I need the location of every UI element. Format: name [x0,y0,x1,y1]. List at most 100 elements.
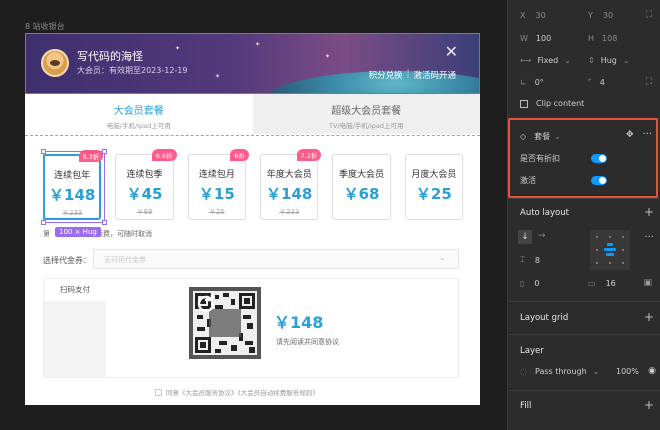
opacity-value[interactable]: 100% [616,367,639,376]
plan-name: 年度大会员 [266,170,312,180]
plan-name: 连续包年 [54,171,91,181]
auto-layout-guide [25,135,480,136]
clip-content-label: Clip content [536,99,585,108]
more-icon[interactable]: ··· [642,129,652,140]
discount-badge: 6.6折 [151,149,177,161]
align-bar [604,248,616,251]
height-mode-select[interactable]: ⇕ Hug ⌄ [588,56,630,65]
more-icon[interactable]: ··· [644,232,654,243]
plan-tabs: 大会员套餐 电脑/手机/ipad上可用 超级大会员套餐 TV/电脑/手机/ipa… [25,94,480,134]
resize-handle[interactable] [102,220,107,225]
horizontal-padding-field[interactable]: ▯ 0 [520,279,540,288]
height-mode-value: Hug [600,56,617,65]
add-auto-layout-icon[interactable]: + [644,206,654,218]
h-field[interactable]: H 108 [588,34,617,43]
active-toggle[interactable] [591,176,607,185]
move-icon[interactable]: ✥ [626,130,634,140]
arrow-down-icon[interactable]: ↓ [518,230,532,244]
w-field[interactable]: W 100 [520,34,551,43]
align-bar [607,243,613,246]
plan-price: ￥45 [126,185,163,203]
resize-handle[interactable] [41,220,46,225]
layer-title: Layer [520,346,544,356]
align-bar [606,253,614,256]
discount-toggle[interactable] [591,154,607,163]
tab-super-vip[interactable]: 超级大会员套餐 TV/电脑/手机/ipad上可用 [252,94,480,134]
note-prefix: 第 [43,230,50,238]
plan-card[interactable]: 6.3折 连续包年 ￥148 ￥233 [43,150,104,220]
close-icon[interactable]: ✕ [445,44,458,60]
blend-mode-value: Pass through [534,367,587,376]
agreement-text[interactable]: 同意《大会员服务协议》《大会员自动续费服务规则》 [166,387,319,397]
vertical-padding-field[interactable]: ▭ 16 [588,279,616,288]
horizontal-padding-icon: ▯ [520,279,525,288]
agreement-checkbox[interactable] [155,388,162,396]
redeem-points-link[interactable]: 积分兑换 [369,69,403,81]
checkout-frame[interactable]: ✦ ✦ ✦ ✦ 写代码的海怪 大会员：有效期至2023-12-19 ✕ 积分兑换… [25,33,480,405]
eye-icon[interactable]: ◉ [648,366,656,376]
refresh-icon[interactable] [193,291,219,317]
alignment-grid[interactable] [590,230,630,270]
prop-discount-label: 是否有折扣 [520,154,560,163]
membership-expiry: 大会员：有效期至2023-12-19 [77,66,188,75]
avatar [41,49,69,77]
component-name: 套餐 [534,132,551,141]
clip-content-toggle[interactable]: Clip content [520,99,584,108]
plan-card[interactable]: 6折 连续包月 ￥15 ￥25 [187,149,250,220]
chevron-down-icon: ⌄ [622,56,630,65]
section-divider [508,118,660,119]
y-value: 30 [602,11,614,20]
plan-card[interactable]: 月度大会员 ￥25 [404,154,464,220]
plan-card[interactable]: 7.2折 年度大会员 ￥148 ￥233 [260,149,322,220]
coupon-label: 选择代金券： [43,256,91,265]
component-header[interactable]: ◇ 套餐 ⌄ [520,131,561,142]
star-icon: ✦ [215,73,221,80]
spacing-icon: ⌶ [520,255,525,264]
width-mode-select[interactable]: ⟷ Fixed ⌄ [520,56,571,65]
discount-badge: 7.2折 [296,149,322,161]
arrow-right-icon[interactable]: → [538,231,546,241]
y-field[interactable]: Y 30 [588,11,613,20]
grid-dot [609,262,611,264]
plan-name: 连续包季 [126,170,163,180]
user-name: 写代码的海怪 [77,50,143,63]
spacing-field[interactable]: ⌶ 8 [520,255,540,265]
add-layout-grid-icon[interactable]: + [644,311,654,323]
frame-label[interactable]: 8 站收银台 [25,21,65,32]
h-label: H [588,34,595,43]
rotation-field[interactable]: ∟ 0° [520,78,544,87]
grid-dot [622,249,624,251]
plan-card[interactable]: 6.6折 连续包季 ￥45 ￥68 [115,149,177,220]
width-mode-value: Fixed [537,56,559,65]
tab-vip[interactable]: 大会员套餐 电脑/手机/ipad上可用 [25,94,253,134]
grid-dot [596,262,598,264]
frame-icon[interactable]: ⛶ [646,10,652,20]
radius-field[interactable]: ⌜ 4 [588,78,605,87]
plan-price: ￥148 [266,185,313,203]
plan-original-price: ￥233 [279,208,300,216]
payment-panel: 扫码支付 ￥148 请先阅读并同意协议 [43,278,459,378]
clip-content-checkbox[interactable] [520,99,528,108]
discount-badge: 6.3折 [78,150,104,162]
renewal-note: 第 动续费，可随时取消 [43,229,152,239]
y-label: Y [588,11,593,20]
plan-card[interactable]: 季度大会员 ￥68 [332,154,391,220]
activation-code-link[interactable]: 激活码开通 [413,69,456,81]
padding-options-icon[interactable]: ▣ [643,278,652,288]
spacing-value: 8 [534,255,540,265]
add-fill-icon[interactable]: + [644,399,654,411]
coupon-placeholder: 无可用代金券 [104,256,146,264]
coupon-select[interactable]: 无可用代金券 ⌄ [93,249,459,269]
qr-code[interactable] [189,287,261,359]
payment-hint: 请先阅读并同意协议 [276,338,339,346]
x-field[interactable]: X 30 [520,11,546,20]
section-divider [508,301,660,302]
chevron-down-icon: ⌄ [554,132,561,141]
blend-mode-select[interactable]: ◌ Pass through ⌄ [520,367,599,376]
fill-title: Fill [520,401,532,411]
discount-badge: 6折 [230,149,250,161]
scan-pay-method[interactable]: 扫码支付 [44,279,106,301]
x-label: X [520,11,526,20]
independent-corners-icon[interactable]: ⛶ [646,77,652,87]
rotation-icon: ∟ [520,78,527,87]
